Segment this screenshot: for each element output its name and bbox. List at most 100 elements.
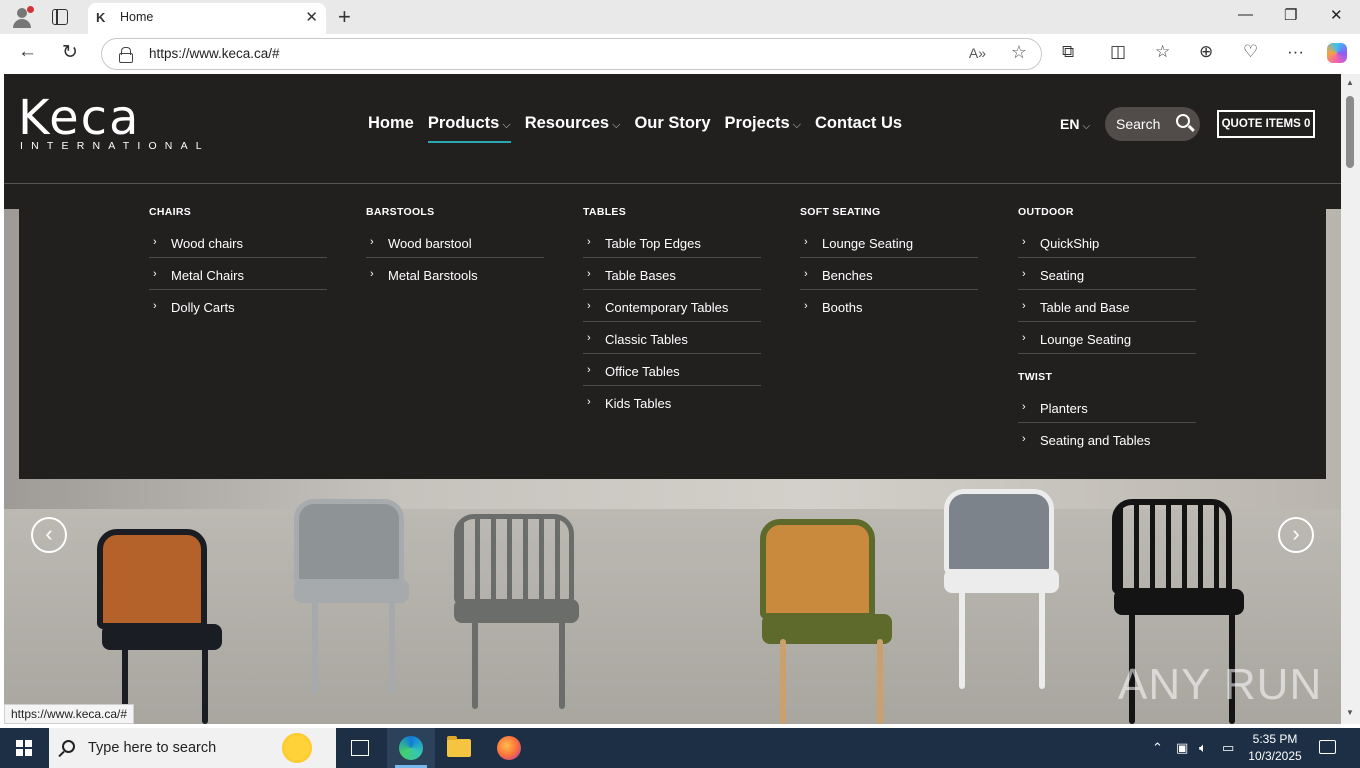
menu-link[interactable]: › Lounge Seating bbox=[800, 226, 978, 258]
menu-link-label: Metal Chairs bbox=[171, 268, 244, 283]
menu-link[interactable]: › Planters bbox=[1018, 391, 1196, 423]
file-explorer-icon[interactable] bbox=[447, 736, 471, 757]
slider-next-arrow[interactable]: › bbox=[1278, 517, 1314, 553]
address-bar[interactable]: https://www.keca.ca/# A» ☆ bbox=[101, 38, 1042, 70]
menu-link-label: Classic Tables bbox=[605, 332, 688, 347]
chevron-down-icon: ⌵ bbox=[612, 119, 621, 131]
nav-resources[interactable]: Resources ⌵ bbox=[525, 114, 621, 143]
menu-link-label: Kids Tables bbox=[605, 396, 672, 411]
minimize-icon[interactable]: — bbox=[1238, 6, 1253, 23]
menu-link[interactable]: › Seating and Tables bbox=[1018, 423, 1196, 455]
search-icon bbox=[1176, 114, 1190, 128]
menu-link[interactable]: › Office Tables bbox=[583, 354, 761, 386]
copilot-icon[interactable] bbox=[1327, 43, 1347, 63]
menu-link[interactable]: › Lounge Seating bbox=[1018, 322, 1196, 354]
firefox-icon[interactable] bbox=[497, 736, 521, 760]
chair-image bbox=[284, 489, 434, 699]
profile-icon[interactable] bbox=[10, 6, 34, 28]
collections-icon[interactable]: ⊕ bbox=[1199, 42, 1213, 62]
menu-link-label: Contemporary Tables bbox=[605, 300, 729, 315]
menu-link[interactable]: › Table Bases bbox=[583, 258, 761, 290]
clock-time: 5:35 PM bbox=[1252, 732, 1298, 746]
extensions-icon[interactable]: ⧉ bbox=[1062, 42, 1074, 62]
close-window-icon[interactable]: ✕ bbox=[1330, 6, 1343, 24]
task-view-icon[interactable] bbox=[351, 740, 369, 756]
menu-link[interactable]: › Wood barstool bbox=[366, 226, 544, 258]
restore-icon[interactable]: ❐ bbox=[1284, 6, 1297, 24]
page-scrollbar[interactable]: ▲ ▼ bbox=[1341, 74, 1360, 724]
menu-link[interactable]: › Benches bbox=[800, 258, 978, 290]
windows-start-icon[interactable] bbox=[16, 740, 32, 756]
screen: K Home ✕ + — ❐ ✕ ← ↻ https://www.keca.ca… bbox=[0, 0, 1360, 768]
nav-our-story[interactable]: Our Story bbox=[634, 114, 710, 143]
lock-icon[interactable] bbox=[119, 47, 133, 63]
nav-projects[interactable]: Projects ⌵ bbox=[725, 114, 801, 143]
new-tab-icon[interactable]: + bbox=[338, 4, 351, 30]
chevron-right-icon: › bbox=[804, 236, 808, 248]
nav-home[interactable]: Home bbox=[368, 114, 414, 143]
chevron-down-icon: ⌵ bbox=[1082, 121, 1091, 132]
chevron-up-icon[interactable]: ⌃ bbox=[1152, 740, 1163, 756]
menu-heading: TWIST bbox=[1018, 371, 1053, 383]
menu-link[interactable]: › Booths bbox=[800, 290, 978, 322]
volume-icon[interactable]: 🔈︎ bbox=[1199, 740, 1207, 756]
nav-contact-us[interactable]: Contact Us bbox=[815, 114, 902, 143]
menu-link[interactable]: › Metal Barstools bbox=[366, 258, 544, 290]
keca-logo[interactable]: Keca INTERNATIONAL bbox=[18, 90, 202, 158]
tab-home[interactable]: K Home ✕ bbox=[88, 3, 326, 34]
notification-icon[interactable] bbox=[1319, 740, 1336, 754]
address-url[interactable]: https://www.keca.ca/# bbox=[149, 46, 280, 61]
close-tab-icon[interactable]: ✕ bbox=[305, 8, 318, 26]
weather-sun-icon[interactable] bbox=[282, 733, 312, 763]
browser-toolbar: ← ↻ https://www.keca.ca/# A» ☆ ⧉ ◫ ☆ ⊕ ♡… bbox=[0, 34, 1360, 74]
menu-link-label: Table Top Edges bbox=[605, 236, 701, 251]
nav-our-story-label: Our Story bbox=[634, 114, 711, 132]
scrollbar-thumb[interactable] bbox=[1346, 96, 1354, 168]
chevron-down-icon: ⌵ bbox=[792, 119, 802, 131]
nav-home-label: Home bbox=[368, 114, 414, 132]
refresh-icon[interactable]: ↻ bbox=[62, 41, 78, 64]
menu-link-label: Table Bases bbox=[605, 268, 676, 283]
menu-link[interactable]: › Classic Tables bbox=[583, 322, 761, 354]
scroll-down-icon[interactable]: ▼ bbox=[1346, 708, 1354, 717]
anyrun-watermark: ANY RUN bbox=[1118, 660, 1323, 709]
search-button[interactable]: Search bbox=[1105, 107, 1200, 141]
display-icon[interactable]: ▭ bbox=[1222, 740, 1234, 756]
menu-link[interactable]: › Kids Tables bbox=[583, 386, 761, 418]
browser-tab-bar: K Home ✕ + — ❐ ✕ bbox=[0, 0, 1360, 34]
scroll-up-icon[interactable]: ▲ bbox=[1346, 78, 1354, 87]
menu-link[interactable]: › Table Top Edges bbox=[583, 226, 761, 258]
split-screen-icon[interactable]: ◫ bbox=[1110, 42, 1126, 62]
menu-link[interactable]: › Seating bbox=[1018, 258, 1196, 290]
more-options-icon[interactable]: ··· bbox=[1287, 42, 1304, 62]
menu-link-label: Wood chairs bbox=[171, 236, 244, 251]
chevron-right-icon: › bbox=[804, 300, 808, 312]
menu-link[interactable]: › QuickShip bbox=[1018, 226, 1196, 258]
slider-prev-arrow[interactable]: ‹ bbox=[31, 517, 67, 553]
menu-link-label: Lounge Seating bbox=[1040, 332, 1132, 347]
language-selector[interactable]: EN ⌵ bbox=[1060, 116, 1090, 132]
back-icon[interactable]: ← bbox=[18, 41, 37, 63]
chair-image bbox=[934, 484, 1084, 694]
system-clock[interactable]: 5:35 PM 10/3/2025 bbox=[1245, 731, 1305, 765]
main-nav: Home Products ⌵ Resources ⌵ Our Story Proj… bbox=[368, 114, 916, 143]
browser-essentials-icon[interactable]: ♡ bbox=[1243, 42, 1258, 62]
menu-link[interactable]: › Dolly Carts bbox=[149, 290, 327, 322]
favorites-icon[interactable]: ☆ bbox=[1155, 42, 1170, 62]
menu-link[interactable]: › Contemporary Tables bbox=[583, 290, 761, 322]
network-icon[interactable]: ▣ bbox=[1176, 740, 1188, 756]
menu-link[interactable]: › Table and Base bbox=[1018, 290, 1196, 322]
menu-link[interactable]: › Wood chairs bbox=[149, 226, 327, 258]
edge-browser-icon[interactable] bbox=[399, 736, 423, 760]
nav-products[interactable]: Products ⌵ bbox=[427, 114, 511, 143]
menu-link[interactable]: › Metal Chairs bbox=[149, 258, 327, 290]
favorite-star-icon[interactable]: ☆ bbox=[1011, 42, 1027, 63]
quote-items-button[interactable]: QUOTE ITEMS 0 bbox=[1217, 110, 1315, 138]
menu-heading: BARSTOOLS bbox=[366, 206, 435, 218]
tab-actions-icon[interactable] bbox=[52, 9, 68, 25]
chair-image bbox=[92, 509, 262, 724]
chevron-right-icon: › bbox=[804, 268, 808, 280]
read-aloud-icon[interactable]: A» bbox=[969, 45, 986, 61]
chevron-right-icon: › bbox=[587, 332, 591, 344]
taskbar-search[interactable]: Type here to search bbox=[49, 728, 336, 768]
